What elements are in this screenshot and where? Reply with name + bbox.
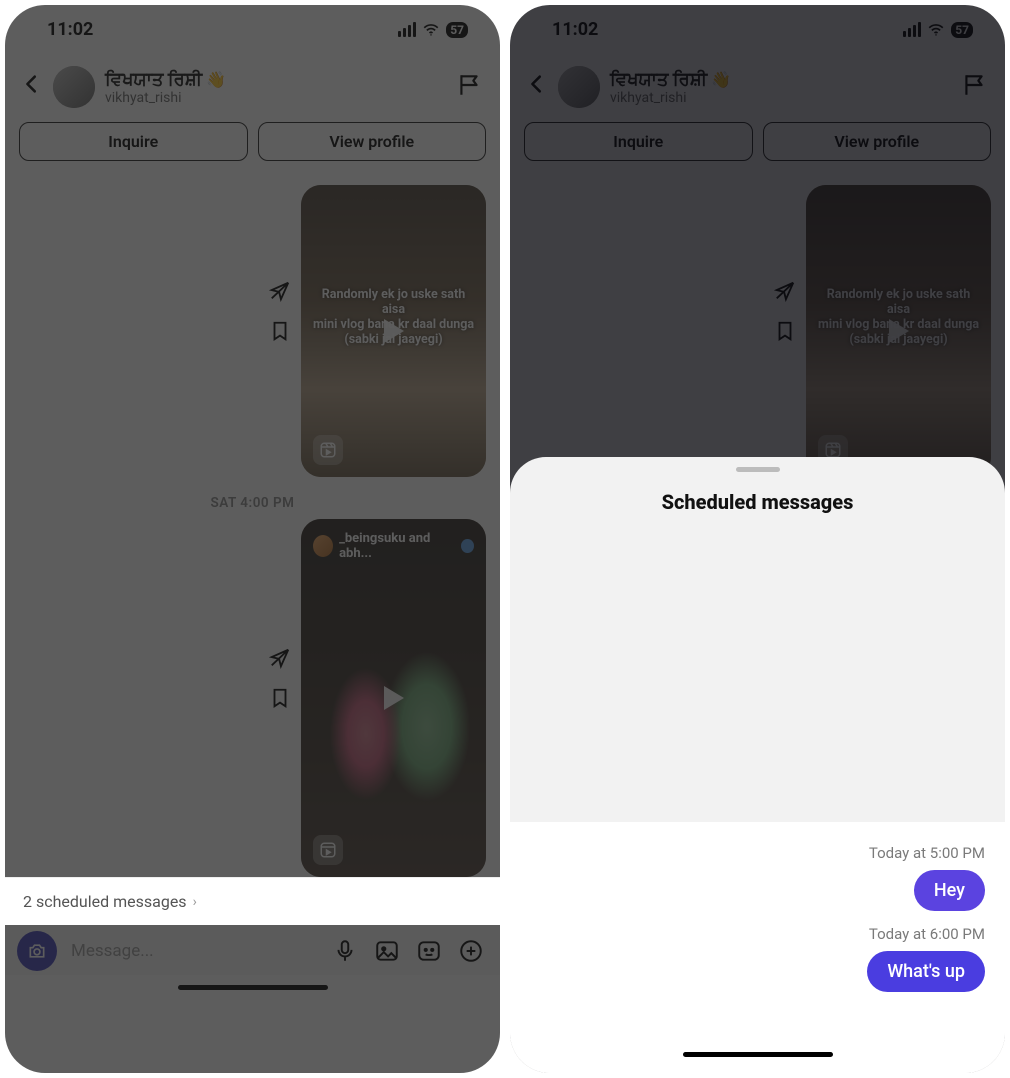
home-indicator — [178, 985, 328, 990]
display-name-emoji: 👋 — [711, 70, 731, 89]
chip-username: _beingsuku and abh... — [339, 531, 455, 561]
reel-user-chip: _beingsuku and abh... — [313, 531, 474, 561]
status-time: 11:02 — [47, 19, 93, 40]
shared-reel-1[interactable]: Randomly ek jo uske sath aisa mini vlog … — [806, 185, 991, 477]
image-icon[interactable] — [374, 938, 400, 964]
share-icon[interactable] — [774, 280, 796, 302]
chat-header: ਵਿਖਯਾਤ ਰਿਸ਼ੀ 👋 vikhyat_rishi — [5, 46, 500, 118]
view-profile-button[interactable]: View profile — [763, 122, 992, 161]
battery-icon: 57 — [446, 22, 468, 38]
media-row-2: _beingsuku and abh... — [19, 519, 486, 877]
chevron-right-icon: › — [193, 894, 197, 910]
media-side-icons — [774, 185, 796, 477]
display-name: ਵਿਖਯਾਤ ਰਿਸ਼ੀ — [610, 69, 707, 90]
play-icon — [384, 686, 404, 710]
scheduled-label: 2 scheduled messages — [23, 892, 187, 911]
bookmark-icon[interactable] — [774, 320, 796, 342]
bookmark-icon[interactable] — [269, 320, 291, 342]
media-side-icons — [269, 519, 291, 877]
verified-icon — [461, 539, 474, 553]
flag-icon[interactable] — [456, 72, 482, 102]
avatar[interactable] — [558, 66, 600, 108]
name-block[interactable]: ਵਿਖਯਾਤ ਰਿਸ਼ੀ 👋 vikhyat_rishi — [105, 69, 446, 106]
avatar[interactable] — [53, 66, 95, 108]
chat-header: ਵਿਖਯਾਤ ਰਿਸ਼ੀ 👋 vikhyat_rishi — [510, 46, 1005, 118]
inquire-button[interactable]: Inquire — [524, 122, 753, 161]
status-bar: 11:02 57 — [510, 5, 1005, 46]
play-icon — [384, 319, 404, 343]
status-right: 57 — [903, 21, 973, 39]
home-indicator — [683, 1052, 833, 1057]
message-input[interactable]: Message... — [71, 941, 318, 961]
battery-icon: 57 — [951, 22, 973, 38]
status-time: 11:02 — [552, 19, 598, 40]
wifi-icon — [927, 21, 945, 39]
sheet-title: Scheduled messages — [510, 490, 1005, 514]
display-name-emoji: 👋 — [206, 70, 226, 89]
message-composer: Message... — [5, 925, 500, 975]
scheduled-time: Today at 6:00 PM — [869, 925, 985, 943]
sheet-spacer — [510, 522, 1005, 822]
inquire-button[interactable]: Inquire — [19, 122, 248, 161]
status-bar: 11:02 57 — [5, 5, 500, 46]
sheet-messages: Today at 5:00 PM Hey Today at 6:00 PM Wh… — [510, 822, 1005, 1073]
media-row-1: Randomly ek jo uske sath aisa mini vlog … — [524, 185, 991, 477]
timestamp-label: SAT 4:00 PM — [19, 495, 486, 511]
scheduled-bubble[interactable]: What's up — [867, 951, 985, 992]
reels-icon — [313, 835, 343, 865]
name-block[interactable]: ਵਿਖਯਾਤ ਰਿਸ਼ੀ 👋 vikhyat_rishi — [610, 69, 951, 106]
camera-button[interactable] — [17, 931, 57, 971]
plus-icon[interactable] — [458, 938, 484, 964]
mic-icon[interactable] — [332, 938, 358, 964]
back-button[interactable] — [526, 72, 548, 102]
view-profile-button[interactable]: View profile — [258, 122, 487, 161]
phone-left: 11:02 57 ਵਿਖਯਾਤ ਰਿਸ਼ੀ 👋 vikhyat_rishi In… — [5, 5, 500, 1073]
wifi-icon — [422, 21, 440, 39]
shared-reel-1[interactable]: Randomly ek jo uske sath aisa mini vlog … — [301, 185, 486, 477]
media-side-icons — [269, 185, 291, 477]
phone-right: 11:02 57 ਵਿਖਯਾਤ ਰਿਸ਼ੀ 👋 vikhyat_rishi In… — [510, 5, 1005, 1073]
sheet-grabber[interactable] — [736, 467, 780, 472]
share-icon[interactable] — [269, 647, 291, 669]
username: vikhyat_rishi — [610, 90, 951, 106]
cellular-icon — [903, 22, 921, 37]
username: vikhyat_rishi — [105, 90, 446, 106]
header-buttons: Inquire View profile — [510, 118, 1005, 169]
sticker-icon[interactable] — [416, 938, 442, 964]
scheduled-bubble[interactable]: Hey — [914, 870, 985, 911]
flag-icon[interactable] — [961, 72, 987, 102]
reels-icon — [313, 435, 343, 465]
chip-avatar — [313, 535, 333, 557]
play-icon — [889, 319, 909, 343]
back-button[interactable] — [21, 72, 43, 102]
share-icon[interactable] — [269, 280, 291, 302]
status-right: 57 — [398, 21, 468, 39]
chat-body: Randomly ek jo uske sath aisa mini vlog … — [510, 169, 1005, 477]
scheduled-messages-sheet: Scheduled messages Today at 5:00 PM Hey … — [510, 457, 1005, 1073]
shared-reel-2[interactable]: _beingsuku and abh... — [301, 519, 486, 877]
chat-body: Randomly ek jo uske sath aisa mini vlog … — [5, 169, 500, 877]
cellular-icon — [398, 22, 416, 37]
scheduled-messages-strip[interactable]: 2 scheduled messages › — [5, 877, 500, 925]
bookmark-icon[interactable] — [269, 687, 291, 709]
media-row-1: Randomly ek jo uske sath aisa mini vlog … — [19, 185, 486, 477]
scheduled-time: Today at 5:00 PM — [869, 844, 985, 862]
display-name: ਵਿਖਯਾਤ ਰਿਸ਼ੀ — [105, 69, 202, 90]
header-buttons: Inquire View profile — [5, 118, 500, 169]
